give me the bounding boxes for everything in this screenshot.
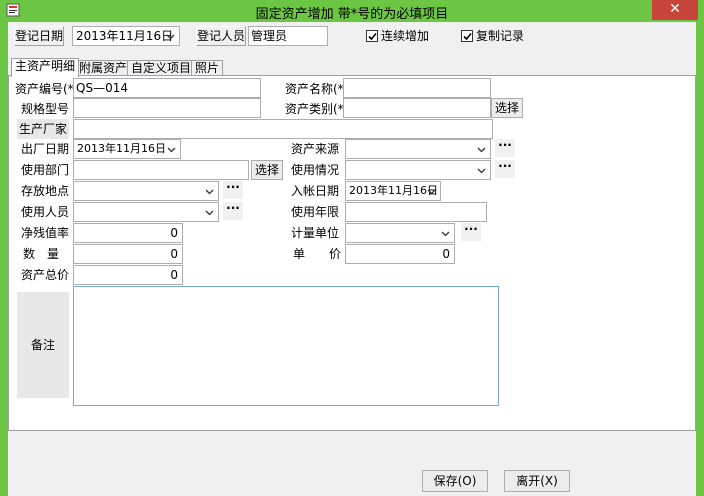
total-input[interactable]: 0: [73, 265, 183, 285]
price-label: 单 价: [293, 247, 342, 261]
chevron-down-icon[interactable]: [475, 143, 488, 156]
years-input[interactable]: [345, 202, 487, 222]
asset-name-label: 资产名称(*): [285, 82, 349, 96]
source-label: 资产来源: [291, 142, 340, 156]
location-label: 存放地点: [21, 184, 70, 198]
source-select[interactable]: [345, 139, 491, 159]
memo-label: 备注: [17, 292, 69, 398]
copy-record-checkbox[interactable]: 复制记录: [461, 27, 541, 45]
unit-select[interactable]: [345, 223, 455, 243]
category-select-button[interactable]: 选择: [491, 98, 523, 118]
reg-date-label: 登记日期: [14, 26, 64, 46]
residual-input[interactable]: 0: [73, 223, 183, 243]
usage-select[interactable]: [345, 160, 491, 180]
location-more-button[interactable]: ···: [223, 181, 243, 199]
close-button[interactable]: ✕: [652, 0, 698, 20]
chevron-down-icon[interactable]: [203, 206, 216, 219]
spec-label: 规格型号: [21, 102, 70, 116]
chevron-down-icon[interactable]: [425, 185, 438, 198]
chevron-down-icon[interactable]: [203, 185, 216, 198]
copy-record-label: 复制记录: [476, 29, 525, 43]
asset-name-input[interactable]: [343, 78, 491, 98]
chevron-down-icon[interactable]: [475, 164, 488, 177]
source-more-button[interactable]: ···: [495, 139, 515, 157]
manufacturer-input[interactable]: [73, 119, 493, 139]
factory-date-value: 2013年11月16日: [77, 142, 166, 155]
tab-photos[interactable]: 照片: [191, 60, 224, 76]
dept-input[interactable]: [73, 160, 249, 180]
dept-select-button[interactable]: 选择: [251, 160, 283, 180]
user-select[interactable]: [73, 202, 219, 222]
chevron-down-icon[interactable]: [439, 227, 452, 240]
entry-date-picker[interactable]: 2013年11月16日: [345, 181, 441, 201]
unit-more-button[interactable]: ···: [461, 223, 481, 241]
asset-no-border: [73, 78, 261, 98]
window-title: 固定资产增加 带*号的为必填项目: [255, 7, 449, 22]
memo-textarea[interactable]: [73, 286, 499, 406]
continuous-add-checkbox[interactable]: 连续增加: [366, 27, 446, 45]
title-bar: 固定资产增加 带*号的为必填项目 ✕: [0, 0, 704, 22]
price-input[interactable]: 0: [345, 244, 455, 264]
reg-date-picker[interactable]: 2013年11月16日: [72, 26, 180, 46]
reg-person-input[interactable]: 管理员: [248, 26, 328, 46]
entry-date-label: 入帐日期: [291, 184, 340, 198]
checkbox-icon[interactable]: [366, 30, 378, 42]
usage-label: 使用情况: [291, 163, 340, 177]
reg-person-label: 登记人员: [196, 26, 246, 46]
user-more-button[interactable]: ···: [223, 202, 243, 220]
dialog-client: 登记日期 2013年11月16日 登记人员 管理员 连续增加 复制记录 主资产明…: [8, 22, 696, 496]
tab-custom-items[interactable]: 自定义项目: [127, 60, 196, 76]
dept-label: 使用部门: [21, 163, 70, 177]
close-icon: ✕: [669, 1, 681, 17]
reg-date-value: 2013年11月16日: [76, 29, 174, 43]
continuous-add-label: 连续增加: [381, 29, 430, 43]
qty-label: 数 量: [23, 247, 60, 261]
qty-input[interactable]: 0: [73, 244, 183, 264]
chevron-down-icon[interactable]: [164, 30, 177, 43]
years-label: 使用年限: [291, 205, 340, 219]
asset-no-label: 资产编号(*): [15, 82, 79, 96]
checkbox-icon[interactable]: [461, 30, 473, 42]
tab-main-detail[interactable]: 主资产明细: [11, 58, 80, 77]
usage-more-button[interactable]: ···: [495, 160, 515, 178]
save-button[interactable]: 保存(O): [422, 470, 488, 492]
user-label: 使用人员: [21, 205, 70, 219]
total-label: 资产总价: [21, 268, 70, 282]
factory-date-label: 出厂日期: [21, 142, 70, 156]
chevron-down-icon[interactable]: [165, 143, 178, 156]
main-detail-panel: 资产编号(*) QS—014 资产名称(*) 规格型号 资产类别(*) 选择 生…: [8, 75, 696, 431]
leave-button[interactable]: 离开(X): [504, 470, 570, 492]
unit-label: 计量单位: [291, 226, 340, 240]
category-label: 资产类别(*): [285, 102, 349, 116]
spec-input[interactable]: [73, 98, 261, 118]
location-select[interactable]: [73, 181, 219, 201]
manufacturer-label: 生产厂家: [17, 119, 69, 139]
residual-label: 净残值率: [21, 226, 70, 240]
factory-date-picker[interactable]: 2013年11月16日: [73, 139, 181, 159]
category-input[interactable]: [343, 98, 491, 118]
tab-attached-assets[interactable]: 附属资产: [75, 60, 132, 76]
